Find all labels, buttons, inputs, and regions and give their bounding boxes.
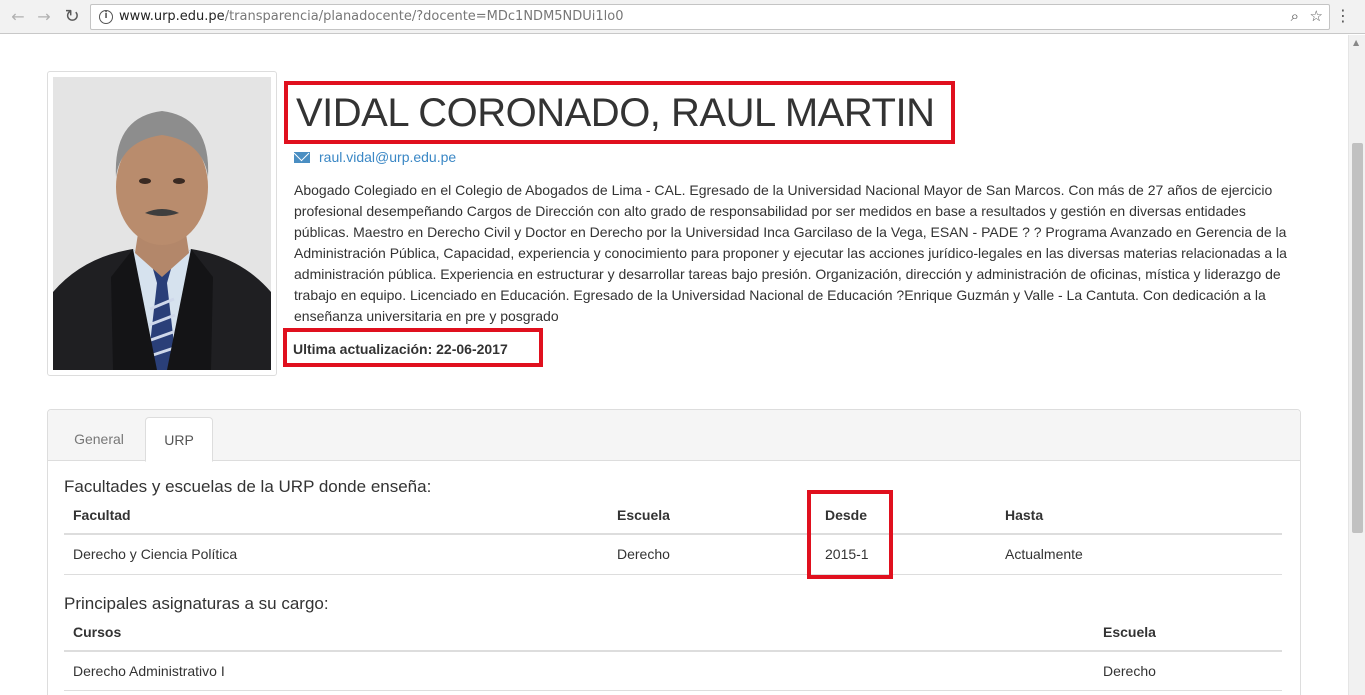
faculties-header-escuela: Escuela [617,507,670,523]
scroll-up-arrow-icon[interactable]: ▲ [1353,38,1359,47]
envelope-icon [294,152,310,163]
courses-header-cursos: Cursos [73,624,122,640]
courses-header-divider [64,650,1282,652]
tab-general[interactable]: General [54,417,144,462]
faculties-title: Facultades y escuelas de la URP donde en… [64,477,432,496]
teacher-name: VIDAL CORONADO, RAUL MARTIN [296,91,935,135]
courses-row-divider [64,690,1282,691]
zoom-icon[interactable]: ⌕ [1291,7,1299,25]
school-cell: Derecho [617,546,670,562]
course-cell: Derecho Administrativo I [73,663,225,679]
tab-urp[interactable]: URP [145,417,213,462]
browser-toolbar: ← → ↻ i www.urp.edu.pe/transparencia/pla… [0,0,1365,34]
faculties-header-hasta: Hasta [1005,507,1044,523]
forward-arrow-icon[interactable]: → [32,5,56,29]
scroll-thumb[interactable] [1352,143,1363,533]
courses-title: Principales asignaturas a su cargo: [64,594,329,613]
profile-portrait-image [53,77,271,370]
profile-photo [53,77,271,370]
faculties-row-divider [64,574,1282,575]
name-highlight-box: VIDAL CORONADO, RAUL MARTIN [284,81,955,144]
update-highlight-box: Ultima actualización: 22-06-2017 [283,328,543,367]
menu-icon[interactable]: ⋮ [1335,6,1351,25]
star-icon[interactable]: ☆ [1310,7,1323,25]
address-bar[interactable]: i www.urp.edu.pe/transparencia/planadoce… [90,4,1330,30]
desde-highlight-box [807,490,893,579]
faculties-header-divider [64,533,1282,535]
info-icon[interactable]: i [99,10,113,24]
url-path: /transparencia/planadocente/?docente=MDc… [224,9,624,24]
reload-icon[interactable]: ↻ [60,5,84,29]
faculty-cell: Derecho y Ciencia Política [73,546,238,562]
faculties-header-facultad: Facultad [73,507,131,523]
tabs-bar: General URP [48,410,1300,462]
profile-photo-frame [47,71,277,376]
email-link[interactable]: raul.vidal@urp.edu.pe [319,149,456,165]
hasta-cell: Actualmente [1005,546,1083,562]
courses-header-escuela: Escuela [1103,624,1156,640]
back-arrow-icon[interactable]: ← [6,5,30,29]
teacher-bio: Abogado Colegiado en el Colegio de Aboga… [294,182,1287,324]
page-scrollbar[interactable]: ▲ [1348,35,1365,695]
url-text[interactable]: www.urp.edu.pe/transparencia/planadocent… [119,9,624,24]
course-school-cell: Derecho [1103,663,1156,679]
url-host: www.urp.edu.pe [119,9,225,24]
last-update: Ultima actualización: 22-06-2017 [293,341,508,357]
